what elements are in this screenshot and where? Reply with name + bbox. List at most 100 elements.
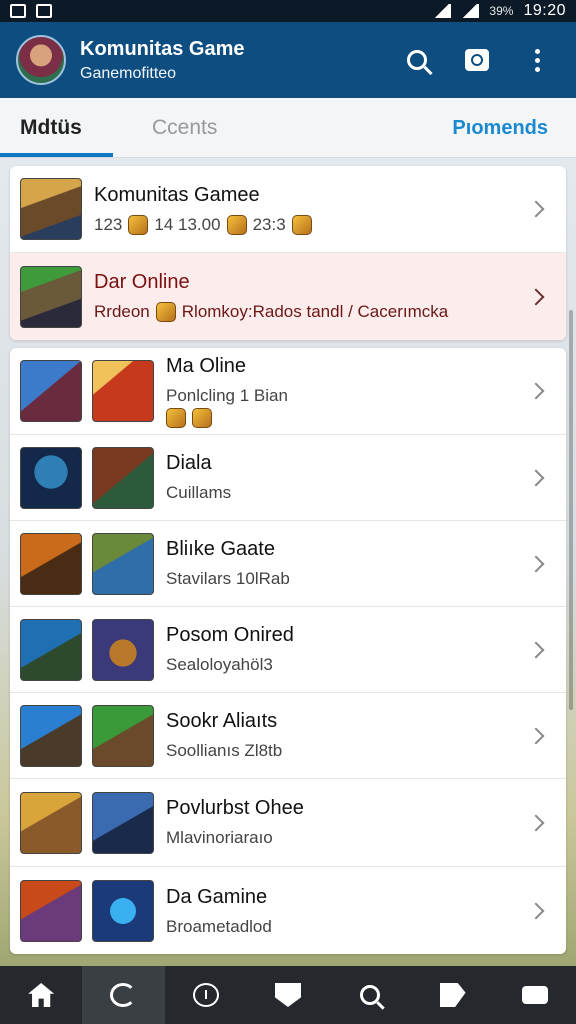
item-stats: 123 14 13.00 23:3 (94, 214, 530, 235)
nav-card[interactable] (494, 966, 576, 1024)
status-bar: 39% 19:20 (0, 0, 576, 22)
item-title: Sookr Aliaıts (166, 710, 278, 732)
camera-button[interactable] (454, 37, 500, 83)
game-thumbnail (20, 618, 82, 681)
item-subtitle: Broametadlod (166, 916, 272, 936)
camera-icon (465, 49, 489, 71)
item-title: Povlurbst Ohee (166, 797, 304, 819)
item-subtitle: Ponlcling 1 Bian (166, 385, 288, 405)
stat-2: 14 13.00 (154, 214, 221, 234)
tag-icon (439, 983, 466, 1007)
game-thumbnail (20, 791, 82, 854)
chevron-right-icon (527, 382, 545, 400)
card-icon (521, 986, 548, 1004)
item-title: Posom Onired (166, 624, 294, 646)
game-thumbnail (92, 618, 154, 681)
featured-card: Komunitas Gamee 123 14 13.00 23:3 Dar On… (10, 166, 566, 340)
image-icon (36, 4, 52, 18)
wifi-icon (433, 4, 452, 18)
game-thumbnail (92, 704, 154, 767)
list-item[interactable]: Posom Onired Sealoloyahöl3 (10, 607, 566, 693)
more-vert-icon (534, 48, 540, 72)
list-item[interactable]: Sookr Aliaıts Soollianıs Zl8tb (10, 693, 566, 779)
tab-bar: Mdtüs Ccents Pıomends (0, 98, 576, 158)
chevron-right-icon (527, 814, 545, 831)
gem-icon (226, 214, 247, 235)
chevron-right-icon (527, 555, 545, 572)
game-list: Ma Oline Ponlcling 1 Bian Diala Cuillams… (10, 348, 566, 954)
battery-level: 39% (489, 4, 514, 18)
chevron-right-icon (527, 727, 545, 744)
nav-shield[interactable] (247, 966, 329, 1024)
game-thumbnail (20, 880, 82, 942)
item-title: Bliıke Gaate (166, 538, 275, 560)
scrollbar[interactable] (569, 310, 573, 710)
game-thumbnail (92, 880, 154, 942)
game-thumbnail (20, 178, 82, 240)
game-thumbnail (92, 360, 154, 422)
game-thumbnail (20, 532, 82, 595)
item-badges (166, 407, 530, 428)
list-item[interactable]: Diala Cuillams (10, 435, 566, 521)
chevron-right-icon (527, 641, 545, 658)
shield-icon (274, 983, 301, 1007)
item-title: Da Gamine (166, 885, 268, 908)
chevron-right-icon (527, 469, 545, 486)
chevron-right-icon (527, 200, 545, 218)
nav-search[interactable] (329, 966, 411, 1024)
tab-2[interactable]: Ccents (152, 98, 217, 158)
chevron-right-icon (527, 288, 545, 305)
item-subtitle: Soollianıs Zl8tb (166, 741, 283, 760)
nav-refresh[interactable] (82, 966, 165, 1024)
item-title: Ma Oline (166, 354, 247, 377)
active-tab-indicator (0, 153, 113, 157)
list-item[interactable]: Komunitas Gamee 123 14 13.00 23:3 (10, 166, 566, 253)
info-icon (192, 983, 219, 1007)
app-title: Komunitas Game (80, 37, 245, 60)
list-item[interactable]: Da Gamine Broametadlod (10, 867, 566, 954)
clock: 19:20 (523, 2, 566, 19)
game-thumbnail (20, 360, 82, 422)
list-item[interactable]: Ma Oline Ponlcling 1 Bian (10, 348, 566, 435)
game-thumbnail (20, 265, 82, 328)
list-item[interactable]: Povlurbst Ohee Mlavinoriaraıo (10, 779, 566, 867)
more-button[interactable] (514, 37, 560, 83)
avatar[interactable] (16, 35, 66, 85)
item-subtitle: Cuillams (166, 483, 232, 502)
item-subtitle: Sealoloyahöl3 (166, 655, 273, 674)
game-thumbnail (92, 446, 154, 509)
item-subtitle: Mlavinoriaraıo (166, 828, 273, 847)
app-subtitle: Ganemofitteo (80, 64, 177, 82)
nav-info[interactable] (165, 966, 247, 1024)
notification-icon (10, 4, 26, 18)
game-thumbnail (92, 791, 154, 854)
search-icon (407, 50, 427, 70)
search-button[interactable] (394, 37, 440, 83)
stat-3: 23:3 (252, 214, 286, 234)
chest-icon (291, 214, 312, 235)
refresh-icon (110, 983, 137, 1007)
item-title: Diala (166, 452, 212, 474)
list-item-highlighted[interactable]: Dar Online Rrdeon Rlomkoy:Rados tandl / … (10, 253, 566, 340)
search-icon (360, 985, 381, 1005)
signal-icon (461, 4, 480, 18)
home-icon (28, 983, 55, 1007)
app-bar: Komunitas Game Ganemofitteo (0, 22, 576, 98)
game-thumbnail (92, 532, 154, 595)
coin-icon (155, 302, 176, 322)
item-subtitle: Rrdeon Rlomkoy:Rados tandl / Cacerımcka (94, 302, 449, 322)
coin-icon (128, 214, 149, 235)
bottom-nav (0, 966, 576, 1024)
nav-tag[interactable] (411, 966, 493, 1024)
game-thumbnail (20, 446, 82, 509)
item-subtitle: Stavilars 10lRab (166, 569, 290, 588)
coin-icon (166, 407, 186, 428)
tab-3[interactable]: Pıomends (452, 98, 548, 158)
nav-home[interactable] (0, 966, 82, 1024)
item-title: Komunitas Gamee (94, 183, 260, 206)
list-item[interactable]: Bliıke Gaate Stavilars 10lRab (10, 521, 566, 607)
tab-1[interactable]: Mdtüs (20, 98, 82, 158)
coin-icon (192, 407, 212, 428)
item-title: Dar Online (94, 271, 190, 293)
game-thumbnail (20, 704, 82, 767)
